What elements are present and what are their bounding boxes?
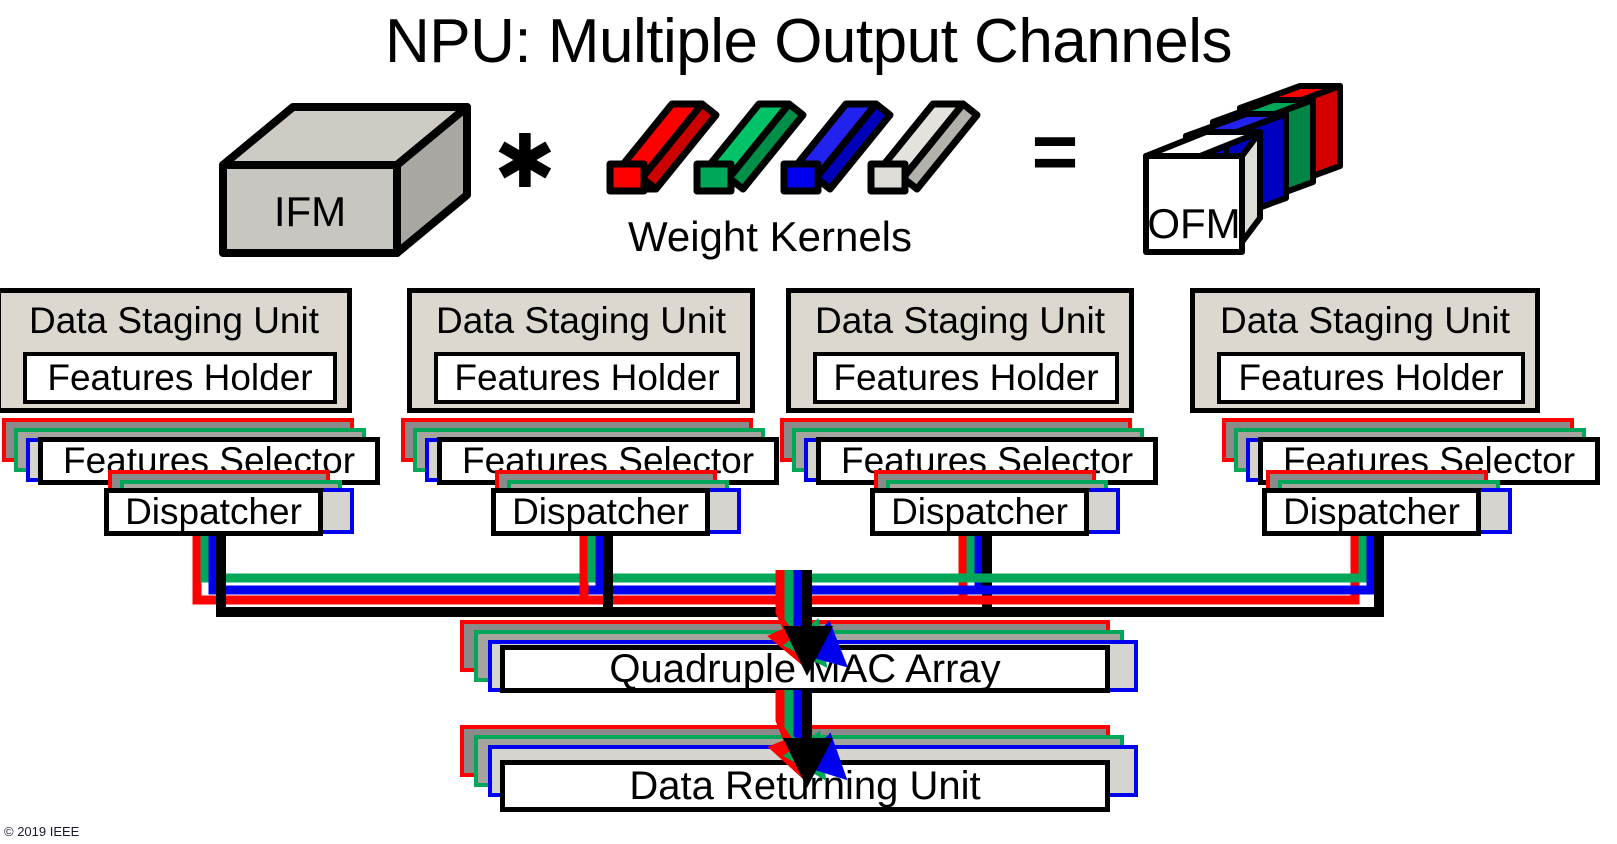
dsu-title: Data Staging Unit xyxy=(814,300,1105,341)
dispatcher-4[interactable]: Dispatcher xyxy=(1262,488,1481,536)
bus-unit-3 xyxy=(800,536,992,617)
data-staging-unit-4[interactable]: Data Staging Unit Features Holder xyxy=(1190,288,1540,413)
features-holder[interactable]: Features Holder xyxy=(1217,352,1525,404)
weight-kernels-group xyxy=(606,100,981,195)
data-staging-unit-1[interactable]: Data Staging Unit Features Holder xyxy=(0,288,352,413)
bus-unit-1 xyxy=(192,536,800,617)
dsu-title: Data Staging Unit xyxy=(435,300,726,341)
data-returning-unit[interactable]: Data Returning Unit xyxy=(500,760,1110,812)
features-holder[interactable]: Features Holder xyxy=(23,352,337,404)
features-holder[interactable]: Features Holder xyxy=(434,352,740,404)
bus-unit-2 xyxy=(579,536,800,617)
dispatcher-3[interactable]: Dispatcher xyxy=(870,488,1089,536)
data-staging-unit-3[interactable]: Data Staging Unit Features Holder xyxy=(786,288,1134,413)
bus-unit-4 xyxy=(800,536,1384,617)
data-staging-unit-2[interactable]: Data Staging Unit Features Holder xyxy=(407,288,755,413)
dispatcher-2[interactable]: Dispatcher xyxy=(491,488,710,536)
copyright-notice: © 2019 IEEE xyxy=(4,824,80,839)
svg-text:OFM: OFM xyxy=(1147,200,1240,247)
diagram-canvas: NPU: Multiple Output Channels IFM ✱ Weig… xyxy=(0,0,1617,844)
ofm-slice-white: OFM xyxy=(1143,129,1263,255)
ofm-cuboid-stack: OFM xyxy=(1143,83,1343,255)
multiply-operator: ✱ xyxy=(493,120,556,203)
dsu-title: Data Staging Unit xyxy=(28,300,319,341)
quadruple-mac-array[interactable]: Quadruple MAC Array xyxy=(500,645,1110,693)
svg-text:IFM: IFM xyxy=(274,188,346,235)
ifm-cuboid: IFM xyxy=(219,103,471,257)
equals-operator: = xyxy=(1031,107,1079,196)
dsu-title: Data Staging Unit xyxy=(1219,300,1510,341)
features-holder[interactable]: Features Holder xyxy=(813,352,1119,404)
weight-kernels-label: Weight Kernels xyxy=(627,213,913,260)
dispatcher-1[interactable]: Dispatcher xyxy=(104,488,323,536)
page-title: NPU: Multiple Output Channels xyxy=(384,7,1233,76)
